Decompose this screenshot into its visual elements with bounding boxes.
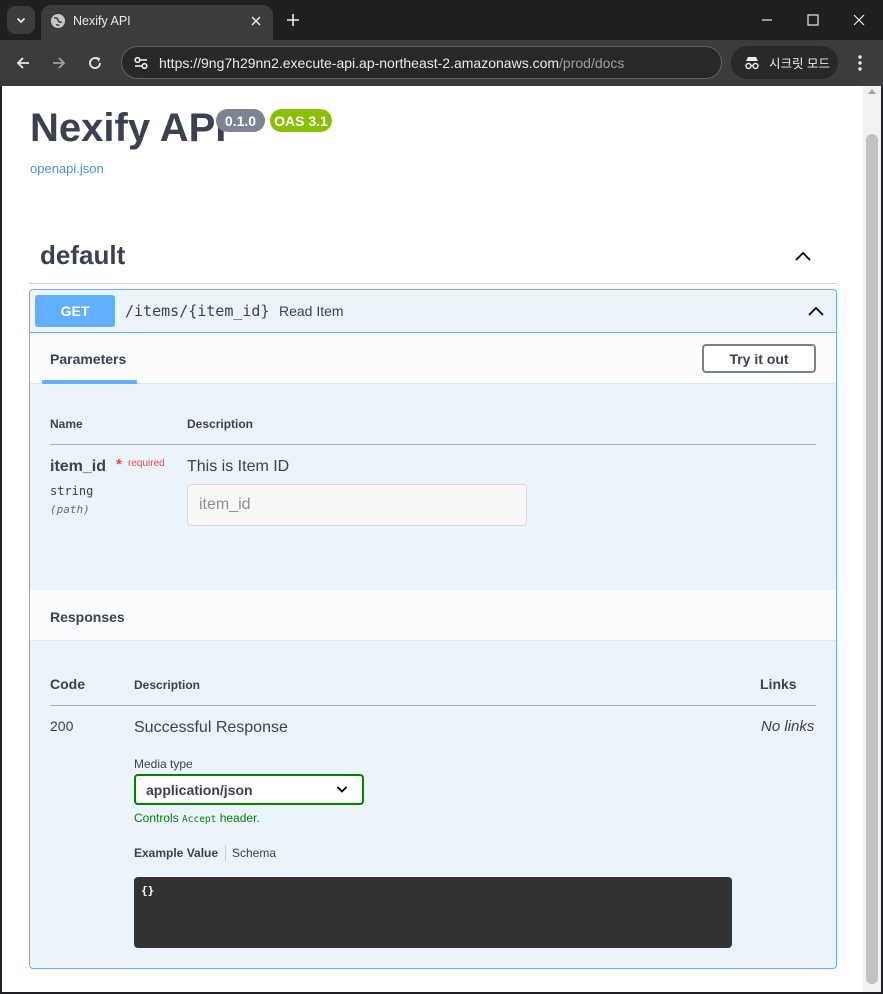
tab-schema[interactable]: Schema — [232, 846, 276, 860]
maximize-icon — [807, 14, 819, 26]
reload-button[interactable] — [84, 52, 106, 74]
close-window-icon — [853, 14, 865, 26]
response-code: 200 — [50, 718, 74, 734]
browser-window: Nexify API https://9ng7h29nn2.execute-ap… — [0, 0, 883, 994]
forward-arrow-icon — [53, 57, 66, 69]
http-method-badge: GET — [35, 295, 115, 327]
oas-badge: OAS 3.1 — [270, 109, 332, 132]
tab-separator — [225, 845, 226, 861]
response-description: Successful Response — [134, 719, 288, 736]
scroll-up-arrow-icon[interactable] — [868, 89, 876, 94]
column-header-code: Code — [50, 676, 85, 692]
site-info-icon[interactable] — [132, 54, 150, 72]
url-text: https://9ng7h29nn2.execute-api.ap-northe… — [159, 55, 624, 71]
incognito-label: 시크릿 모드 — [769, 57, 830, 71]
tab-title: Nexify API — [73, 14, 131, 28]
minimize-icon — [762, 19, 772, 21]
operation-summary[interactable]: GET /items/{item_id} Read Item — [30, 290, 836, 333]
plus-icon[interactable] — [283, 10, 303, 30]
chevron-up-icon[interactable] — [806, 303, 826, 319]
openapi-json-link[interactable]: openapi.json — [30, 161, 104, 176]
browser-tab[interactable]: Nexify API — [41, 5, 273, 40]
back-arrow-icon — [16, 57, 29, 69]
example-value-code: {} — [141, 884, 155, 897]
operation-path: /items/{item_id} — [125, 302, 270, 320]
more-vert-icon — [858, 55, 862, 71]
page-content: Nexify API 0.1.0 OAS 3.1 openapi.json de… — [2, 86, 863, 992]
close-icon[interactable] — [249, 14, 263, 28]
parameter-type: string — [50, 484, 94, 498]
url-path: /prod/docs — [559, 55, 625, 71]
forward-button[interactable] — [48, 52, 70, 74]
scrollbar-thumb[interactable] — [866, 134, 878, 984]
column-header-name: Name — [50, 417, 83, 431]
parameter-description: This is Item ID — [187, 458, 290, 475]
parameter-name: item_id — [50, 458, 107, 475]
controls-prefix: Controls — [134, 811, 179, 825]
required-label: required — [128, 458, 165, 469]
chevron-up-icon[interactable] — [793, 248, 813, 264]
controls-accept-note: Controls Accept header. — [134, 811, 260, 825]
browser-toolbar: https://9ng7h29nn2.execute-api.ap-northe… — [0, 40, 883, 86]
maximize-button[interactable] — [803, 10, 823, 30]
operation-summary-text: Read Item — [279, 303, 344, 319]
globe-icon — [51, 14, 65, 28]
parameters-divider — [50, 444, 816, 445]
api-title: Nexify API — [30, 106, 227, 150]
try-it-out-button[interactable]: Try it out — [702, 344, 816, 373]
back-button[interactable] — [12, 52, 34, 74]
responses-title: Responses — [50, 609, 125, 625]
incognito-icon — [745, 56, 759, 69]
tag-section-header[interactable]: default — [29, 236, 837, 284]
parameter-location: (path) — [50, 503, 90, 516]
tag-name: default — [40, 240, 126, 270]
tab-parameters-label: Parameters — [50, 351, 127, 367]
tab-parameters[interactable]: Parameters — [42, 333, 137, 384]
minimize-button[interactable] — [757, 10, 777, 30]
chevron-down-icon — [336, 786, 348, 793]
reload-icon — [89, 57, 101, 69]
media-type-select[interactable]: application/json — [134, 774, 364, 805]
chevron-down-icon — [16, 17, 26, 24]
tab-example-value[interactable]: Example Value — [134, 846, 218, 860]
example-value-box: {} — [134, 877, 732, 948]
parameters-header: Parameters Try it out — [30, 333, 836, 384]
accept-code: Accept — [182, 814, 217, 825]
media-type-value: application/json — [146, 781, 253, 798]
responses-divider — [50, 705, 816, 706]
version-badge: 0.1.0 — [216, 109, 265, 132]
item-id-input[interactable] — [187, 484, 527, 526]
response-links: No links — [761, 718, 815, 735]
controls-suffix: header. — [219, 811, 260, 825]
column-header-description: Description — [187, 417, 254, 431]
column-header-response-description: Description — [134, 678, 201, 692]
column-header-links: Links — [760, 676, 797, 692]
media-type-label: Media type — [134, 757, 193, 771]
url-host: https://9ng7h29nn2.execute-api.ap-northe… — [159, 55, 560, 71]
browser-menu-button[interactable] — [850, 52, 870, 74]
tab-search-button[interactable] — [7, 6, 35, 34]
incognito-indicator[interactable]: 시크릿 모드 — [731, 46, 838, 79]
address-bar[interactable]: https://9ng7h29nn2.execute-api.ap-northe… — [121, 46, 722, 79]
tab-strip: Nexify API — [0, 0, 883, 40]
page-scrollbar[interactable] — [863, 86, 881, 992]
required-star: * — [116, 456, 122, 473]
responses-header: Responses — [30, 590, 836, 641]
operation-block-get: GET /items/{item_id} Read Item Parameter… — [29, 289, 837, 969]
close-window-button[interactable] — [849, 10, 869, 30]
